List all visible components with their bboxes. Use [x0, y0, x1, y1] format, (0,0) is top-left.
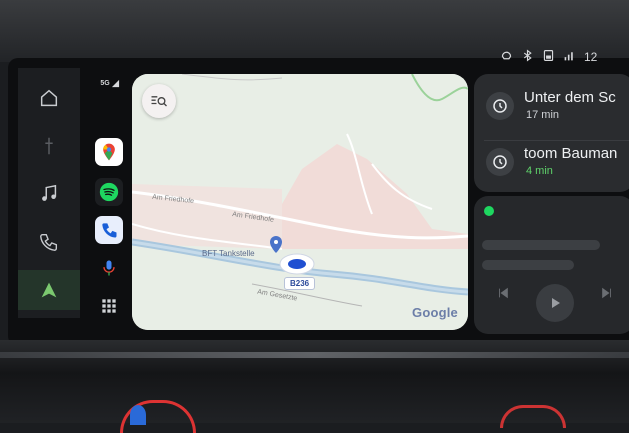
dock-signal-icon: [111, 79, 119, 87]
next-button[interactable]: [600, 286, 614, 300]
control-knob: [130, 405, 146, 425]
dock-app-phone[interactable]: [95, 216, 123, 244]
media-card[interactable]: [474, 196, 629, 334]
navigation-map[interactable]: BFT Tankstelle B236 Am Friedhofe Am Frie…: [132, 74, 468, 330]
car-side-menu: [18, 68, 80, 318]
car-menu-home[interactable]: [18, 78, 80, 118]
google-maps-icon: [103, 143, 115, 161]
track-artist-placeholder: [482, 260, 574, 270]
air-vent-ring-right: [500, 405, 566, 428]
app-launcher-icon: [102, 299, 116, 313]
car-menu-navigation[interactable]: [18, 126, 80, 166]
spotify-icon: [99, 182, 119, 202]
destination-title: Unter dem Sc: [524, 89, 616, 106]
dock-app-assistant[interactable]: [95, 254, 123, 282]
assistant-mic-icon: [103, 260, 115, 276]
map-road-label: B236: [284, 277, 316, 290]
map-place-label: BFT Tankstelle: [202, 249, 255, 258]
play-icon: [552, 298, 560, 308]
clock-icon: [486, 92, 514, 120]
destination-title: toom Bauman: [524, 145, 618, 162]
spotify-icon: [484, 206, 494, 216]
map-search-button[interactable]: [142, 84, 176, 118]
network-type: 5G: [100, 79, 110, 87]
bluetooth-icon: [521, 49, 534, 65]
dock-app-spotify[interactable]: [95, 178, 123, 206]
status-time: 12: [584, 50, 598, 64]
compass-icon: [45, 137, 53, 155]
home-icon: [40, 89, 58, 107]
destination-row[interactable]: Unter dem Sc 17 min: [474, 80, 629, 132]
dock-signal: 5G: [94, 76, 126, 90]
destination-eta: 17 min: [526, 109, 560, 121]
dock-app-launcher[interactable]: [95, 292, 123, 320]
phone-icon: [40, 233, 58, 251]
media-icon: [42, 184, 57, 201]
phone-battery-icon: [542, 49, 555, 65]
google-attribution: Google: [412, 305, 458, 320]
dashboard-trim: [0, 352, 629, 358]
car-menu-android-auto[interactable]: [18, 270, 80, 310]
destination-eta: 4 min: [526, 165, 553, 177]
destinations-card: Unter dem Sc 17 min toom Bauman 4 min: [474, 74, 629, 192]
next-icon: [602, 287, 611, 299]
phone-app-icon: [102, 223, 117, 238]
car-menu-media[interactable]: [18, 174, 80, 214]
android-auto-icon: [41, 282, 57, 298]
signal-icon: [563, 49, 576, 65]
dock-app-maps[interactable]: [95, 138, 123, 166]
search-list-icon: [151, 96, 167, 107]
app-dock: 5G: [92, 70, 128, 330]
track-title-placeholder: [482, 240, 600, 250]
wireless-carplay-icon: [500, 49, 513, 65]
clock-icon: [486, 148, 514, 176]
previous-icon: [499, 287, 508, 299]
play-button[interactable]: [536, 284, 574, 322]
car-menu-phone[interactable]: [18, 222, 80, 262]
status-bar: 12: [500, 46, 597, 68]
destination-row[interactable]: toom Bauman 4 min: [474, 136, 629, 188]
previous-button[interactable]: [496, 286, 510, 300]
